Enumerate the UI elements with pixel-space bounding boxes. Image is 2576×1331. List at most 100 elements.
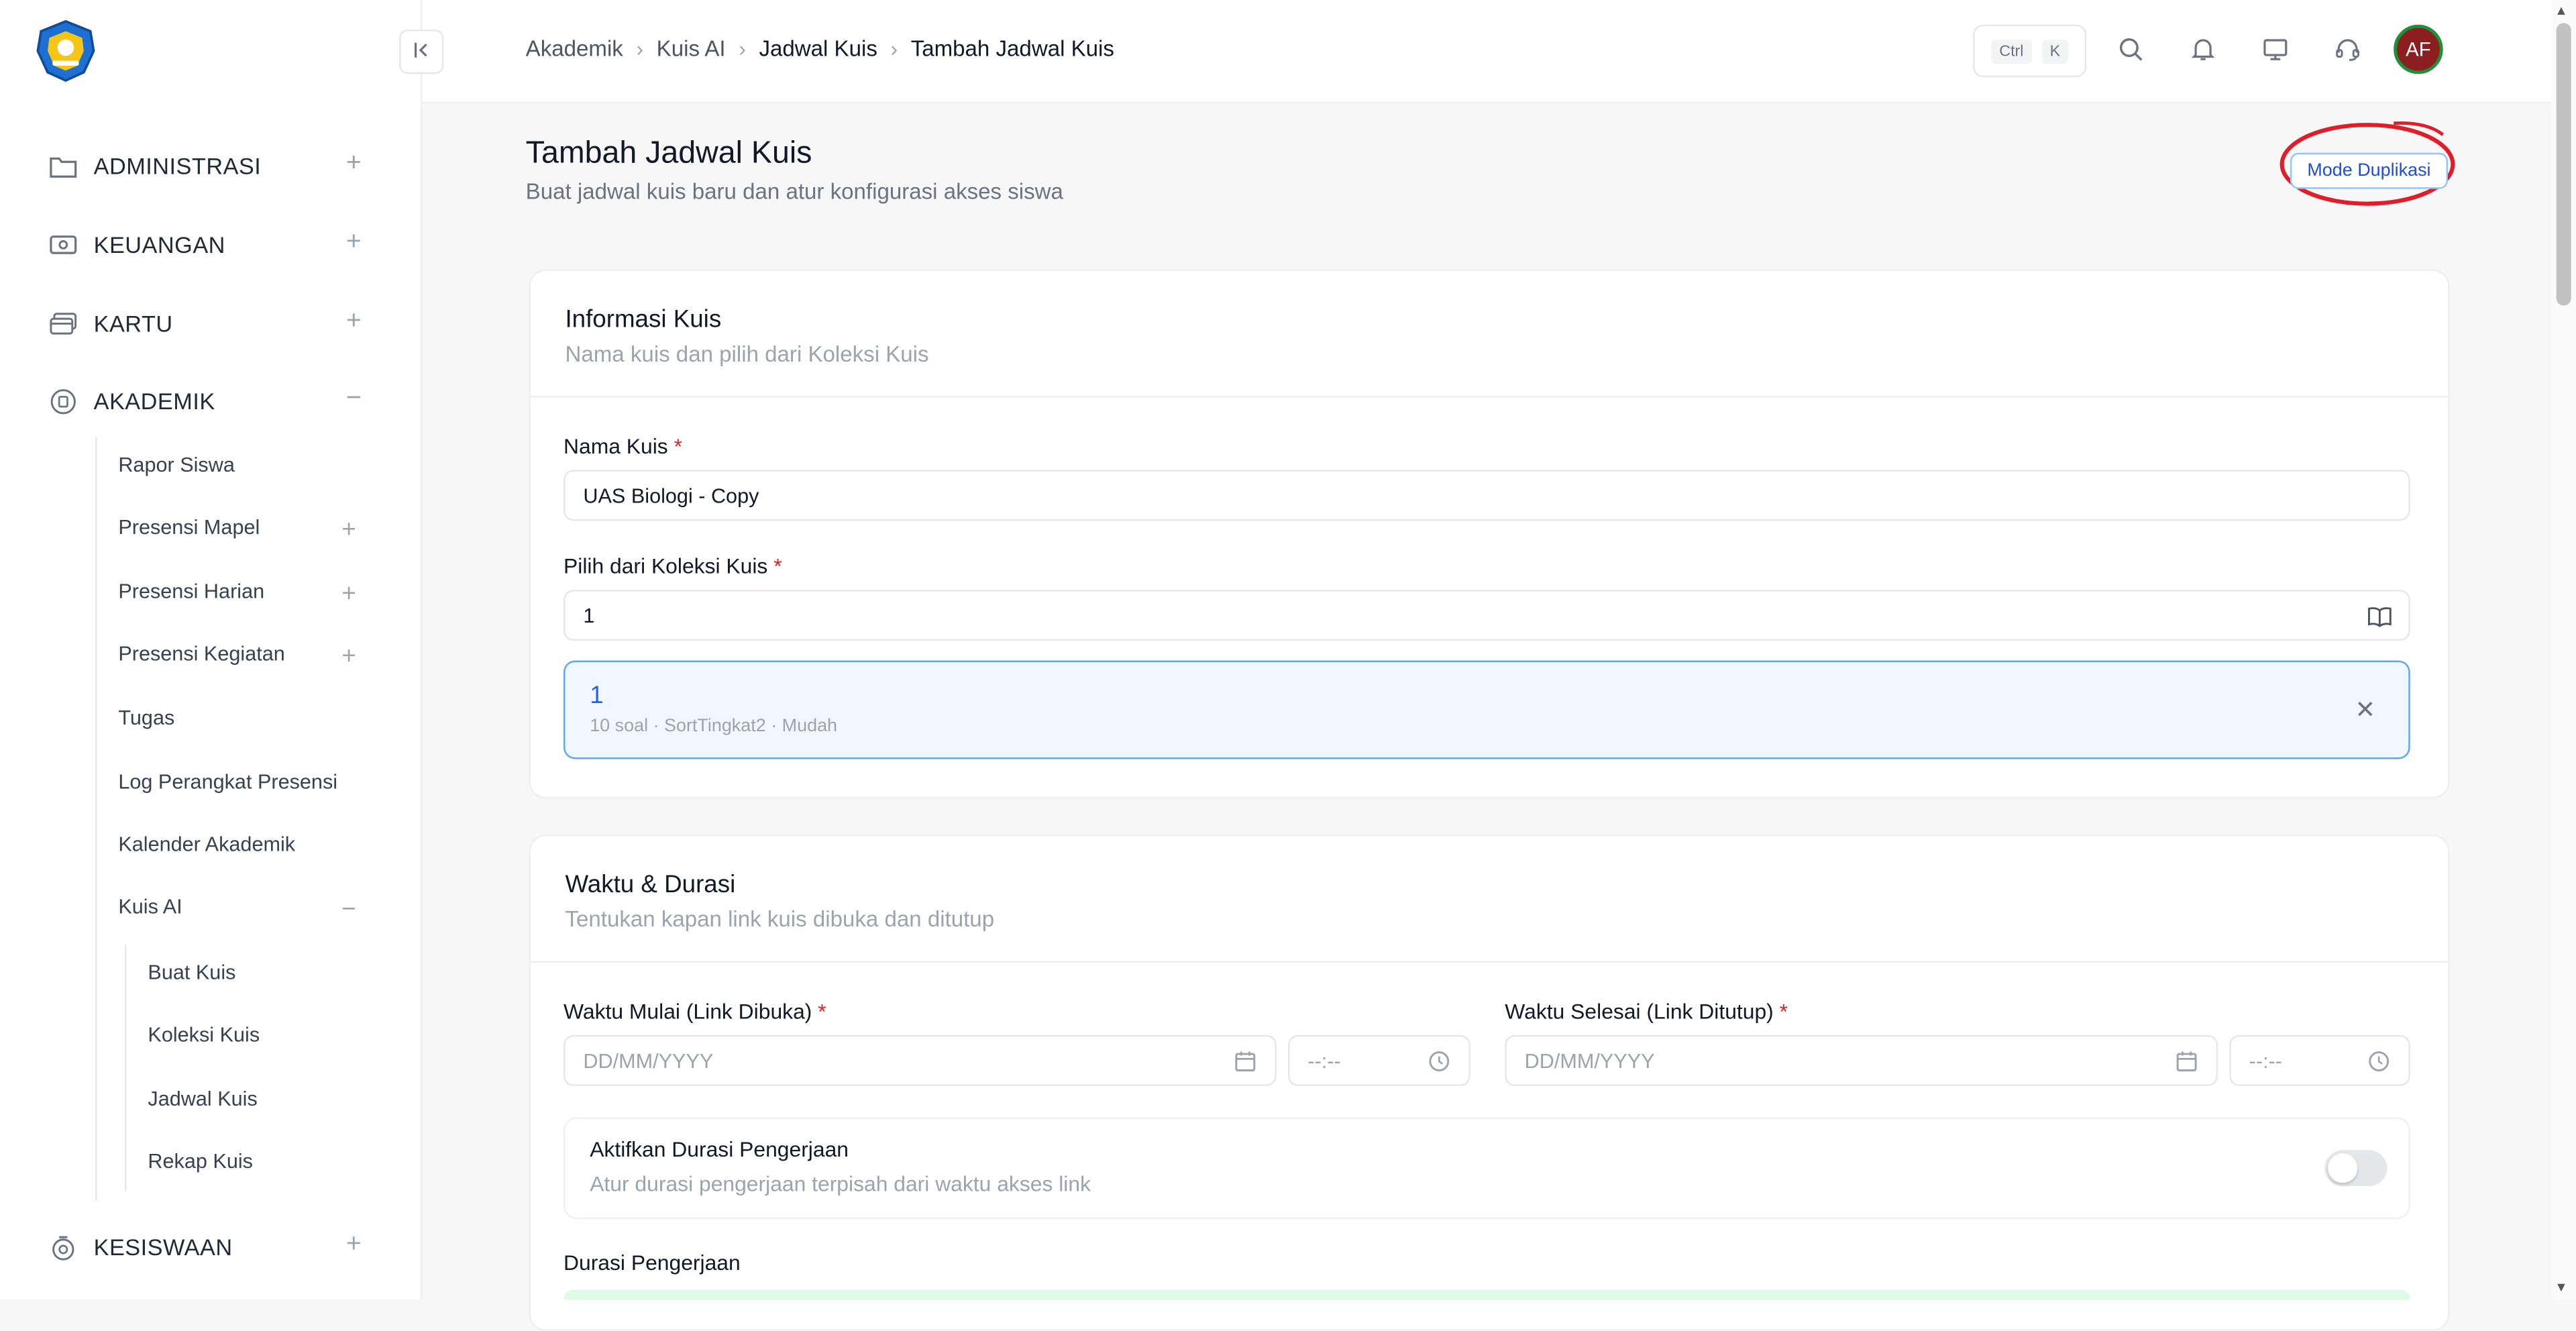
nav-group-kesiswaan[interactable]: KESISWAAN + bbox=[33, 1222, 378, 1271]
time-placeholder: --:-- bbox=[1307, 1049, 1341, 1072]
duration-toggle-title: Aktifkan Durasi Pengerjaan bbox=[590, 1136, 849, 1162]
selected-quiz-meta: 10 soal · SortTingkat2 · Mudah bbox=[590, 716, 838, 737]
card-title: Waktu & Durasi bbox=[565, 870, 736, 899]
search-icon[interactable] bbox=[2114, 33, 2147, 66]
headset-icon[interactable] bbox=[2331, 33, 2364, 66]
collection-select[interactable]: 1 bbox=[564, 590, 2410, 641]
duration-panel-partial bbox=[564, 1289, 2410, 1300]
mode-duplikasi-badge[interactable]: Mode Duplikasi bbox=[2290, 152, 2449, 189]
end-time-label: Waktu Selesai (Link Ditutup) * bbox=[1505, 999, 1788, 1024]
expand-icon[interactable]: + bbox=[341, 582, 356, 606]
nav-group-label: AKADEMIK bbox=[93, 387, 215, 415]
sidebar-item-log-perangkat-presensi[interactable]: Log Perangkat Presensi bbox=[118, 771, 337, 794]
scrollbar-thumb[interactable] bbox=[2556, 23, 2571, 306]
folder-icon bbox=[48, 151, 77, 180]
nav-group-administrasi[interactable]: ADMINISTRASI + bbox=[33, 142, 378, 191]
clock-icon[interactable] bbox=[2366, 1048, 2392, 1074]
sidebar-item-jadwal-kuis[interactable]: Jadwal Kuis bbox=[148, 1087, 257, 1110]
collapse-sidebar-icon bbox=[413, 37, 431, 66]
quiz-name-label: Nama Kuis * bbox=[564, 434, 682, 459]
collapse-icon[interactable]: − bbox=[346, 385, 362, 413]
scroll-up-icon[interactable]: ▲ bbox=[2555, 3, 2567, 18]
date-placeholder: DD/MM/YYYY bbox=[583, 1049, 714, 1072]
duration-label: Durasi Pengerjaan bbox=[564, 1250, 741, 1275]
start-date-input[interactable]: DD/MM/YYYY bbox=[564, 1034, 1277, 1086]
nav-group-label: KEUANGAN bbox=[93, 231, 225, 258]
page-subtitle: Buat jadwal kuis baru dan atur konfigura… bbox=[525, 178, 1063, 204]
book-open-icon[interactable] bbox=[2366, 603, 2392, 629]
nav-group-akademik[interactable]: AKADEMIK − bbox=[33, 376, 378, 425]
sidebar-item-presensi-mapel[interactable]: Presensi Mapel bbox=[118, 516, 260, 539]
close-icon[interactable]: ✕ bbox=[2355, 695, 2375, 725]
clock-icon[interactable] bbox=[1426, 1048, 1452, 1074]
chevron-right-icon: › bbox=[739, 36, 746, 61]
collapse-sidebar-button[interactable] bbox=[399, 30, 444, 74]
date-placeholder: DD/MM/YYYY bbox=[1524, 1049, 1655, 1072]
start-time-label: Waktu Mulai (Link Dibuka) * bbox=[564, 999, 826, 1024]
required-mark: * bbox=[674, 433, 682, 459]
duration-toggle-switch[interactable] bbox=[2324, 1150, 2387, 1187]
required-mark: * bbox=[773, 553, 782, 579]
selected-quiz-title: 1 bbox=[590, 682, 604, 710]
calendar-icon[interactable] bbox=[1232, 1048, 1258, 1074]
start-time-input[interactable]: --:-- bbox=[1288, 1034, 1470, 1086]
required-mark: * bbox=[1779, 998, 1788, 1024]
end-date-input[interactable]: DD/MM/YYYY bbox=[1505, 1034, 2218, 1086]
submenu-line bbox=[125, 945, 127, 1191]
label-text: Nama Kuis bbox=[564, 433, 668, 459]
command-search-button[interactable]: Ctrl K bbox=[1973, 24, 2087, 78]
sidebar-item-presensi-harian[interactable]: Presensi Harian bbox=[118, 580, 264, 602]
card-title: Informasi Kuis bbox=[565, 305, 722, 334]
duration-toggle-subtitle: Atur durasi pengerjaan terpisah dari wak… bbox=[590, 1171, 1091, 1196]
sidebar-item-rekap-kuis[interactable]: Rekap Kuis bbox=[148, 1150, 253, 1173]
expand-icon[interactable]: + bbox=[346, 229, 362, 256]
user-avatar[interactable]: AF bbox=[2394, 24, 2443, 74]
shortcut-key: Ctrl bbox=[1991, 38, 2032, 64]
scroll-down-icon[interactable]: ▼ bbox=[2555, 1280, 2567, 1295]
duration-toggle-panel: Aktifkan Durasi Pengerjaan Atur durasi p… bbox=[564, 1117, 2410, 1220]
nav-group-label: KESISWAAN bbox=[93, 1234, 233, 1261]
expand-icon[interactable]: + bbox=[341, 644, 356, 669]
sidebar-item-tugas[interactable]: Tugas bbox=[118, 706, 174, 729]
quiz-name-input[interactable]: UAS Biologi - Copy bbox=[564, 470, 2410, 521]
toggle-knob bbox=[2328, 1153, 2358, 1183]
breadcrumb-item[interactable]: Jadwal Kuis bbox=[759, 36, 877, 61]
label-text: Waktu Mulai (Link Dibuka) bbox=[564, 998, 812, 1024]
sidebar-item-rapor-siswa[interactable]: Rapor Siswa bbox=[118, 454, 235, 476]
card-subtitle: Tentukan kapan link kuis dibuka dan ditu… bbox=[565, 906, 995, 932]
collection-value: 1 bbox=[583, 604, 595, 627]
nav-group-label: KARTU bbox=[93, 310, 173, 337]
sidebar-item-kalender-akademik[interactable]: Kalender Akademik bbox=[118, 833, 295, 856]
sidebar: ADMINISTRASI + KEUANGAN + KARTU + AKADEM… bbox=[0, 0, 423, 1300]
collection-label: Pilih dari Koleksi Kuis * bbox=[564, 553, 782, 578]
time-placeholder: --:-- bbox=[2249, 1049, 2282, 1072]
bell-icon[interactable] bbox=[2187, 33, 2220, 66]
shortcut-key: K bbox=[2041, 38, 2069, 64]
chevron-right-icon: › bbox=[890, 36, 898, 61]
calendar-icon[interactable] bbox=[2174, 1048, 2200, 1074]
required-mark: * bbox=[818, 998, 826, 1024]
expand-icon[interactable]: + bbox=[346, 1232, 362, 1259]
expand-icon[interactable]: + bbox=[346, 150, 362, 177]
page-title: Tambah Jadwal Kuis bbox=[525, 136, 812, 171]
sidebar-item-koleksi-kuis[interactable]: Koleksi Kuis bbox=[148, 1024, 260, 1047]
sidebar-item-presensi-kegiatan[interactable]: Presensi Kegiatan bbox=[118, 643, 284, 666]
nav-group-keuangan[interactable]: KEUANGAN + bbox=[33, 220, 378, 269]
expand-icon[interactable]: + bbox=[346, 308, 362, 335]
collapse-icon[interactable]: − bbox=[341, 897, 356, 922]
expand-icon[interactable]: + bbox=[341, 517, 356, 542]
monitor-icon[interactable] bbox=[2259, 33, 2292, 66]
end-time-input[interactable]: --:-- bbox=[2229, 1034, 2410, 1086]
breadcrumb-item[interactable]: Kuis AI bbox=[657, 36, 726, 61]
chevron-right-icon: › bbox=[636, 36, 644, 61]
submenu-line bbox=[95, 437, 97, 1202]
selected-quiz-card[interactable]: 1 10 soal · SortTingkat2 · Mudah ✕ bbox=[564, 660, 2410, 759]
sidebar-item-kuis-ai[interactable]: Kuis AI bbox=[118, 896, 182, 918]
breadcrumb-item[interactable]: Akademik bbox=[526, 36, 623, 61]
breadcrumb: Akademik › Kuis AI › Jadwal Kuis › Tamba… bbox=[526, 36, 1114, 61]
nav-group-kartu[interactable]: KARTU + bbox=[33, 299, 378, 348]
label-text: Waktu Selesai (Link Ditutup) bbox=[1505, 998, 1774, 1024]
student-icon bbox=[48, 1232, 77, 1262]
sidebar-item-buat-kuis[interactable]: Buat Kuis bbox=[148, 961, 235, 984]
label-text: Pilih dari Koleksi Kuis bbox=[564, 553, 768, 579]
